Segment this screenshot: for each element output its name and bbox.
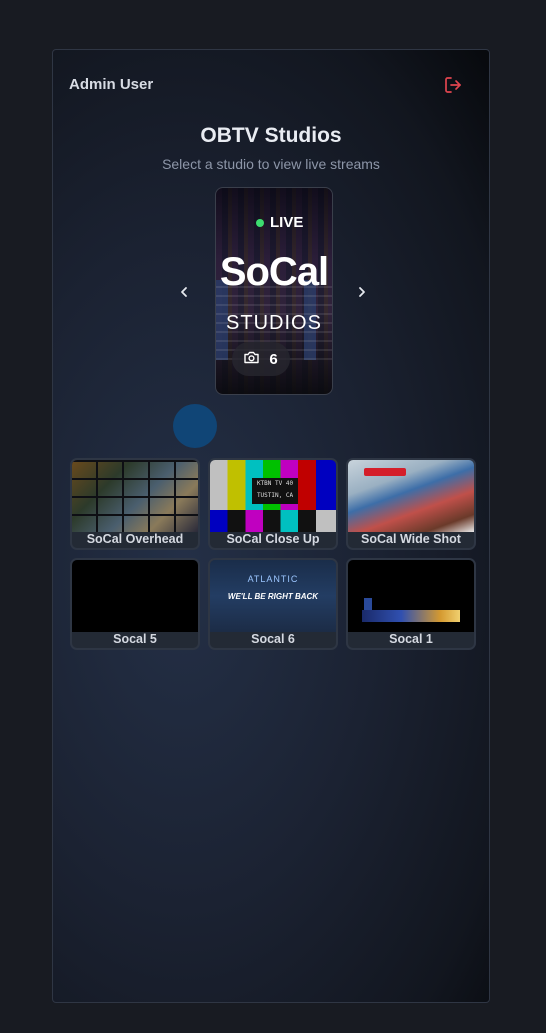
stream-tile[interactable]: ATLANTIC WE'LL BE RIGHT BACK Socal 6: [208, 558, 338, 650]
station-id-box: KTBN TV 40 TUSTIN, CA: [252, 478, 298, 504]
stream-tile[interactable]: Socal 5: [70, 558, 200, 650]
stream-thumbnail: [72, 560, 198, 632]
studio-carousel: LIVE SoCal STUDIOS 6: [53, 187, 489, 397]
chevron-left-icon[interactable]: [175, 283, 193, 301]
stream-tile[interactable]: KTBN TV 40 TUSTIN, CA SoCal Close Up: [208, 458, 338, 550]
live-label: LIVE: [270, 214, 304, 231]
top-bar: Admin User: [69, 75, 473, 95]
touch-indicator: [173, 404, 217, 448]
live-dot-icon: [256, 218, 264, 227]
stream-thumbnail: [72, 460, 198, 532]
camera-count: 6: [269, 350, 278, 368]
stream-thumbnail: ATLANTIC WE'LL BE RIGHT BACK: [210, 560, 336, 632]
user-name: Admin User: [69, 76, 154, 93]
stream-tile[interactable]: Socal 1: [346, 558, 476, 650]
stream-thumbnail: [348, 560, 474, 632]
camera-count-badge: 6: [232, 342, 290, 376]
station-id: KTBN TV 40: [256, 480, 294, 487]
logout-icon[interactable]: [443, 75, 463, 95]
studio-name-sub: STUDIOS: [226, 312, 322, 334]
stream-tile[interactable]: SoCal Wide Shot: [346, 458, 476, 550]
stream-thumbnail: KTBN TV 40 TUSTIN, CA: [210, 460, 336, 532]
stream-thumbnail: [348, 460, 474, 532]
page-title: OBTV Studios: [200, 124, 342, 147]
studio-card[interactable]: LIVE SoCal STUDIOS 6: [215, 187, 333, 395]
chevron-right-icon[interactable]: [353, 283, 371, 301]
stream-label: SoCal Overhead: [86, 532, 184, 546]
stream-label: SoCal Wide Shot: [361, 532, 461, 546]
stream-tile[interactable]: SoCal Overhead: [70, 458, 200, 550]
camera-icon: [244, 351, 260, 368]
stream-label: Socal 6: [251, 632, 295, 646]
banner-logo: ATLANTIC: [247, 574, 299, 584]
lower-third-strip: [362, 610, 460, 622]
stream-grid: SoCal Overhead KTBN TV 40 TUSTIN, CA SoC…: [70, 458, 476, 650]
stream-label: Socal 1: [389, 632, 433, 646]
color-bars-bottom: [210, 510, 336, 532]
banner-text: WE'LL BE RIGHT BACK: [227, 592, 319, 601]
stream-label: Socal 5: [113, 632, 157, 646]
page-subtitle: Select a studio to view live streams: [162, 156, 380, 172]
stream-label: SoCal Close Up: [226, 532, 320, 546]
studio-panel: Admin User OBTV Studios Select a studio …: [52, 49, 490, 1003]
station-location: TUSTIN, CA: [256, 492, 294, 499]
news-badge: [364, 468, 406, 476]
live-status: LIVE: [256, 214, 303, 231]
studio-name: SoCal: [219, 250, 329, 294]
